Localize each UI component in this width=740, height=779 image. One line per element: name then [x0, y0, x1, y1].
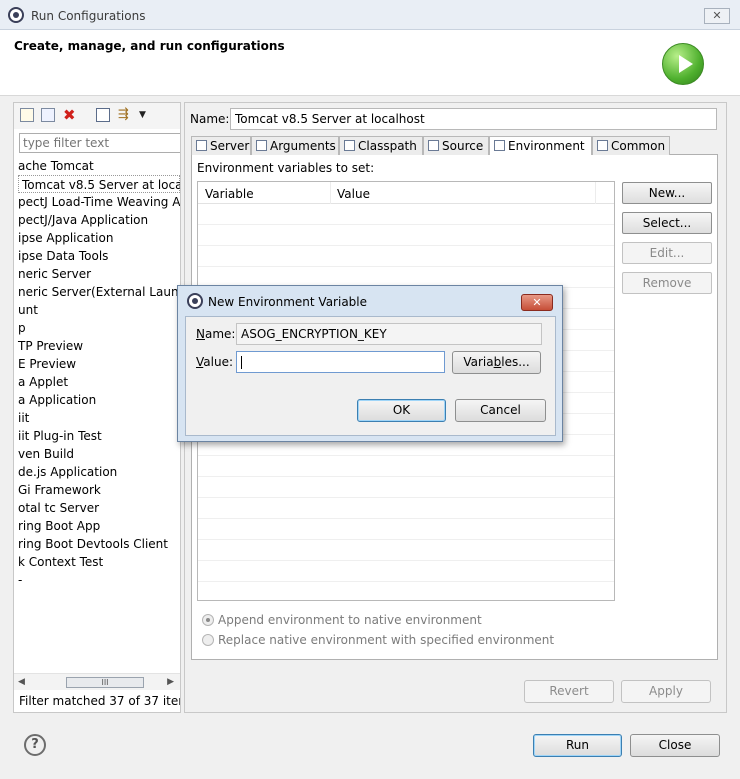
tree-item[interactable]: ipse Application	[14, 229, 180, 247]
tree-item[interactable]: iit	[14, 409, 180, 427]
new-button[interactable]: New...	[622, 182, 712, 204]
revert-button[interactable]: Revert	[524, 680, 614, 703]
tab-arguments[interactable]: Arguments	[251, 136, 339, 155]
tab-environment[interactable]: Environment	[489, 136, 592, 157]
filter-status: Filter matched 37 of 37 items	[19, 694, 181, 708]
tree-item[interactable]: neric Server	[14, 265, 180, 283]
collapse-all-icon[interactable]	[96, 108, 110, 122]
radio-checked-icon[interactable]	[202, 614, 214, 626]
window-close-button[interactable]: ✕	[704, 8, 730, 24]
radio-unchecked-icon[interactable]	[202, 634, 214, 646]
duplicate-config-icon[interactable]	[41, 108, 55, 122]
column-variable[interactable]: Variable	[205, 187, 254, 201]
tree-item[interactable]: Gi Framework	[14, 481, 180, 499]
new-env-variable-dialog: New Environment Variable ✕ Name: Value: …	[177, 285, 563, 442]
horizontal-scrollbar[interactable]: ◀ III ▶	[14, 673, 180, 690]
tree-item[interactable]: pectJ Load-Time Weaving App	[14, 193, 180, 211]
eclipse-icon	[8, 7, 24, 23]
dialog-header: Create, manage, and run configurations	[0, 30, 740, 96]
select-button[interactable]: Select...	[622, 212, 712, 234]
scroll-thumb[interactable]: III	[66, 677, 144, 688]
filter-icon[interactable]: ⇶	[118, 108, 132, 122]
window-titlebar: Run Configurations ✕	[0, 0, 740, 30]
view-menu-icon[interactable]: ▼	[139, 108, 153, 122]
tree-item[interactable]: Tomcat v8.5 Server at localho	[18, 175, 180, 193]
env-variables-label: Environment variables to set:	[197, 161, 375, 175]
tree-item[interactable]: neric Server(External Launch)	[14, 283, 180, 301]
tree-item[interactable]: ache Tomcat	[14, 157, 180, 175]
tree-item[interactable]: TP Preview	[14, 337, 180, 355]
tree-item[interactable]: a Application	[14, 391, 180, 409]
tree-item[interactable]: p	[14, 319, 180, 337]
scroll-right-icon[interactable]: ▶	[167, 677, 174, 687]
config-tabs: Server Arguments Classpath Source Enviro…	[191, 135, 718, 157]
delete-icon[interactable]: ✖	[63, 108, 77, 123]
tree-item[interactable]: iit Plug-in Test	[14, 427, 180, 445]
variable-value-input[interactable]	[236, 351, 445, 373]
dialog-body: Name: Value: Variables... OK Cancel	[185, 316, 556, 436]
configuration-list-panel: ✖ ⇶ ▼ ache TomcatTomcat v8.5 Server at l…	[13, 102, 181, 713]
tree-item[interactable]: unt	[14, 301, 180, 319]
apply-button[interactable]: Apply	[621, 680, 711, 703]
name-label: Name:	[190, 112, 230, 126]
text-caret	[241, 356, 242, 369]
server-icon	[196, 140, 207, 151]
configuration-tree: ache TomcatTomcat v8.5 Server at localho…	[14, 157, 180, 677]
config-name-input[interactable]	[230, 108, 717, 130]
filter-input[interactable]	[19, 133, 180, 153]
cancel-button[interactable]: Cancel	[455, 399, 546, 422]
table-header: Variable Value	[198, 182, 614, 204]
variable-name-label: Name:	[196, 327, 236, 341]
tree-item[interactable]: E Preview	[14, 355, 180, 373]
ok-button[interactable]: OK	[357, 399, 446, 422]
common-icon	[597, 140, 608, 151]
dialog-title: New Environment Variable	[208, 295, 368, 309]
tree-item[interactable]: a Applet	[14, 373, 180, 391]
dialog-titlebar: New Environment Variable ✕	[178, 286, 562, 316]
edit-button[interactable]: Edit...	[622, 242, 712, 264]
environment-icon	[494, 140, 505, 151]
tab-common[interactable]: Common	[592, 136, 670, 155]
variables-button[interactable]: Variables...	[452, 351, 541, 374]
append-env-option[interactable]: Append environment to native environment	[202, 613, 482, 627]
tab-classpath[interactable]: Classpath	[339, 136, 423, 155]
page-heading: Create, manage, and run configurations	[14, 39, 285, 53]
new-config-icon[interactable]	[20, 108, 34, 122]
remove-button[interactable]: Remove	[622, 272, 712, 294]
tab-source[interactable]: Source	[423, 136, 489, 155]
tree-item[interactable]: pectJ/Java Application	[14, 211, 180, 229]
tree-item[interactable]: ven Build	[14, 445, 180, 463]
dialog-close-button[interactable]: ✕	[521, 294, 553, 311]
classpath-icon	[344, 140, 355, 151]
window-title: Run Configurations	[31, 9, 146, 23]
tree-item[interactable]: ring Boot App	[14, 517, 180, 535]
arguments-icon	[256, 140, 267, 151]
run-icon	[662, 43, 704, 85]
help-icon[interactable]: ?	[24, 734, 46, 756]
eclipse-icon	[187, 293, 203, 309]
tree-item[interactable]: ipse Data Tools	[14, 247, 180, 265]
scroll-left-icon[interactable]: ◀	[18, 677, 25, 687]
tree-item[interactable]: otal tc Server	[14, 499, 180, 517]
variable-name-field[interactable]	[236, 323, 542, 345]
source-icon	[428, 140, 439, 151]
tree-item[interactable]: -	[14, 571, 180, 589]
run-button[interactable]: Run	[533, 734, 622, 757]
tab-server[interactable]: Server	[191, 136, 251, 155]
left-toolbar: ✖ ⇶ ▼	[14, 103, 180, 129]
tree-item[interactable]: de.js Application	[14, 463, 180, 481]
replace-env-option[interactable]: Replace native environment with specifie…	[202, 633, 554, 647]
tree-item[interactable]: k Context Test	[14, 553, 180, 571]
column-value[interactable]: Value	[337, 187, 370, 201]
variable-value-label: Value:	[196, 355, 233, 369]
close-button[interactable]: Close	[630, 734, 720, 757]
tree-item[interactable]: ring Boot Devtools Client	[14, 535, 180, 553]
